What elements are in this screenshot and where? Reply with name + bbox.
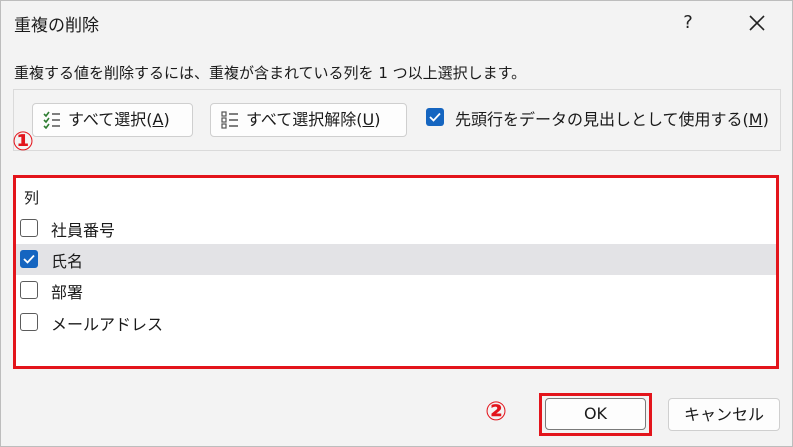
list-item-department[interactable]: 部署 (16, 275, 776, 306)
list-item-label: 部署 (51, 283, 84, 302)
close-button[interactable] (739, 5, 775, 41)
checkbox-department[interactable] (20, 281, 38, 299)
checkbox-email[interactable] (20, 313, 38, 331)
headers-checkbox-label[interactable]: 先頭行をデータの見出しとして使用する(M) (455, 106, 769, 130)
annotation-marker-2: ② (485, 397, 508, 427)
dialog-title: 重複の削除 (14, 16, 99, 36)
help-button[interactable]: ? (673, 5, 703, 41)
list-item-email[interactable]: メールアドレス (16, 307, 776, 338)
select-all-button[interactable]: すべて選択(A) (32, 103, 193, 137)
close-icon (749, 15, 765, 31)
title-bar: 重複の削除 ? (1, 1, 792, 45)
list-item-label: メールアドレス (51, 315, 164, 334)
list-item-label: 氏名 (51, 252, 84, 271)
list-item-label: 社員番号 (51, 221, 116, 240)
deselect-all-icon (221, 111, 238, 129)
columns-header: 列 (24, 189, 40, 207)
list-item-name[interactable]: 氏名 (16, 244, 776, 275)
checkmark-icon (22, 254, 35, 264)
remove-duplicates-dialog: 重複の削除 ? 重複する値を削除するには、重複が含まれている列を 1 つ以上選択… (0, 0, 793, 447)
annotation-marker-1: ① (12, 127, 35, 157)
cancel-button[interactable]: キャンセル (668, 398, 780, 431)
columns-list: 列 社員番号 氏名 部署 メールアドレス (13, 175, 779, 369)
select-all-icon (43, 111, 60, 129)
list-item-employee-number[interactable]: 社員番号 (16, 213, 776, 244)
ok-button[interactable]: OK (545, 398, 646, 430)
checkmark-icon (429, 112, 441, 122)
deselect-all-button[interactable]: すべて選択解除(U) (210, 103, 407, 137)
instruction-text: 重複する値を削除するには、重複が含まれている列を 1 つ以上選択します。 (14, 64, 527, 82)
checkbox-employee-number[interactable] (20, 219, 38, 237)
select-all-label: すべて選択(A) (68, 110, 170, 129)
deselect-all-label: すべて選択解除(U) (246, 110, 381, 129)
checkbox-name[interactable] (20, 250, 38, 268)
headers-checkbox[interactable] (426, 108, 444, 126)
